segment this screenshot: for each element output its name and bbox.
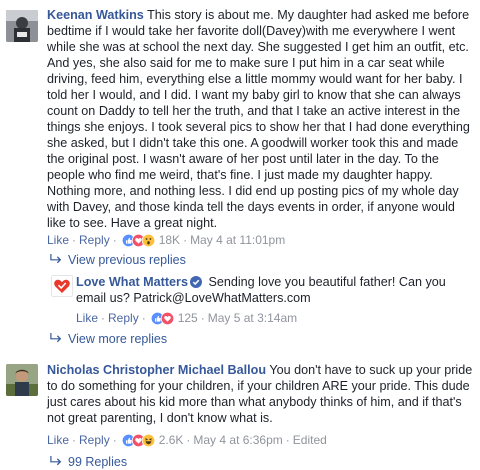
reaction-count[interactable]: 2.6K [159,432,184,448]
reply-body: Love What Matters Sending love you beaut… [76,274,456,306]
reaction-icons[interactable] [150,311,174,325]
verified-badge-icon [189,276,202,288]
comment-nicholas: Nicholas Christopher Michael Ballou You … [0,362,480,454]
reply-arrow-icon [50,252,62,268]
reaction-count[interactable]: 125 [178,310,198,326]
comment-timestamp[interactable]: May 4 at 6:36pm [193,432,282,448]
comment-text: This story is about me. My daughter had … [47,8,470,230]
comment-body: Nicholas Christopher Michael Ballou You … [47,362,475,426]
reply-timestamp[interactable]: May 5 at 3:14am [208,310,297,326]
comment-author[interactable]: Keenan Watkins [47,8,144,22]
comment-actions: Like · Reply · 2.6K · May 4 at 6:36pm · … [47,432,327,448]
reply-arrow-icon [50,454,62,470]
wow-icon [141,233,155,247]
avatar[interactable] [51,275,73,297]
view-previous-replies-link[interactable]: View previous replies [50,252,186,268]
edited-label[interactable]: Edited [293,432,327,448]
comment-author[interactable]: Nicholas Christopher Michael Ballou [47,363,266,377]
comment-timestamp[interactable]: May 4 at 11:01pm [190,232,285,248]
reply-love-what-matters: Love What Matters Sending love you beaut… [0,270,480,326]
like-link[interactable]: Like [47,432,69,448]
reply-actions: Like · Reply · 125 · May 5 at 3:14am [76,310,298,326]
reply-link[interactable]: Reply [79,232,110,248]
view-more-replies-label[interactable]: View more replies [68,331,167,347]
view-previous-replies-label[interactable]: View previous replies [68,252,186,268]
replies-link[interactable]: 99 Replies [50,454,127,470]
reply-link[interactable]: Reply [79,432,110,448]
reaction-icons[interactable] [121,433,155,447]
love-what-matters-logo-icon [52,276,72,296]
like-link[interactable]: Like [47,232,69,248]
replies-count-label[interactable]: 99 Replies [68,454,127,470]
view-more-replies-link[interactable]: View more replies [50,331,167,347]
avatar[interactable] [6,364,38,396]
like-link[interactable]: Like [76,310,98,326]
avatar[interactable] [6,10,38,42]
avatar-nicholas-icon [6,364,38,396]
avatar-keenan-icon [6,10,38,42]
comment-keenan: Keenan Watkins This story is about me. M… [0,0,480,250]
reaction-count[interactable]: 18K [159,232,180,248]
haha-icon [141,433,155,447]
reply-link[interactable]: Reply [108,310,139,326]
reply-author[interactable]: Love What Matters [76,275,188,289]
comment-actions: Like · Reply · 18K · May 4 at 11:01pm [47,232,286,248]
reaction-icons[interactable] [121,233,155,247]
reply-arrow-icon [50,331,62,347]
comment-body: Keenan Watkins This story is about me. M… [47,7,475,231]
love-icon [160,311,174,325]
